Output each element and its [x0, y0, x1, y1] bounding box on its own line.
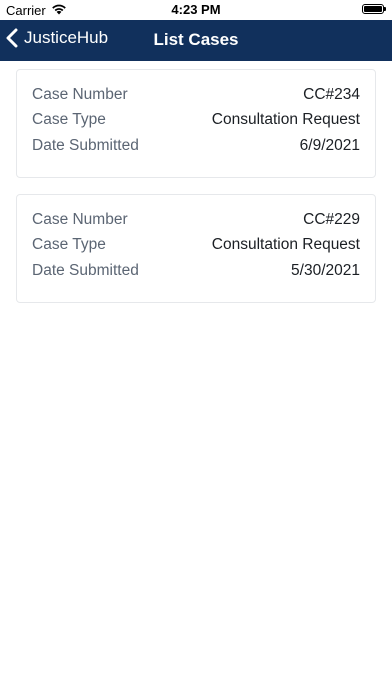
- date-submitted-row: Date Submitted 6/9/2021: [32, 133, 360, 159]
- case-number-value: CC#234: [303, 85, 360, 103]
- case-number-row: Case Number CC#234: [32, 82, 360, 108]
- date-submitted-label: Date Submitted: [32, 261, 139, 279]
- case-number-label: Case Number: [32, 85, 128, 103]
- date-submitted-value: 6/9/2021: [299, 136, 360, 154]
- case-type-label: Case Type: [32, 111, 106, 129]
- navigation-bar: JusticeHub List Cases: [0, 20, 392, 61]
- date-submitted-label: Date Submitted: [32, 136, 139, 154]
- case-card[interactable]: Case Number CC#229 Case Type Consultatio…: [16, 194, 376, 303]
- case-list: Case Number CC#234 Case Type Consultatio…: [16, 69, 376, 319]
- case-type-row: Case Type Consultation Request: [32, 233, 360, 259]
- case-type-value: Consultation Request: [211, 111, 360, 129]
- case-number-row: Case Number CC#229: [32, 207, 360, 233]
- case-type-label: Case Type: [32, 236, 106, 254]
- status-bar: Carrier 4:23 PM: [0, 0, 392, 20]
- case-type-value: Consultation Request: [211, 236, 360, 254]
- case-card[interactable]: Case Number CC#234 Case Type Consultatio…: [16, 69, 376, 178]
- date-submitted-value: 5/30/2021: [291, 261, 360, 279]
- page-title: List Cases: [153, 30, 239, 49]
- case-number-value: CC#229: [303, 210, 360, 228]
- date-submitted-row: Date Submitted 5/30/2021: [32, 258, 360, 284]
- case-type-row: Case Type Consultation Request: [32, 108, 360, 134]
- battery-icon: [362, 4, 386, 14]
- case-number-label: Case Number: [32, 210, 128, 228]
- status-time: 4:23 PM: [171, 2, 221, 17]
